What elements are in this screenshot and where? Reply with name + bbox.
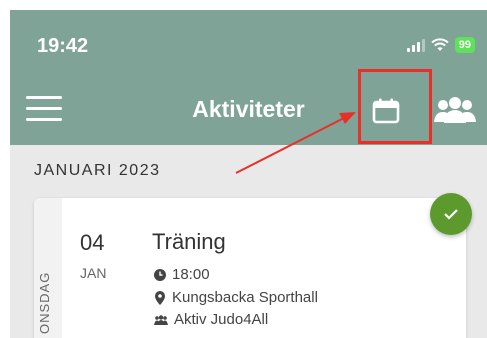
group-icon [154,314,168,325]
weekday-strip: ONSDAG [34,198,62,338]
activity-time-row: 18:00 [154,266,210,283]
status-time: 19:42 [37,35,89,57]
activity-location: Kungsbacka Sporthall [172,289,318,306]
status-indicators: 99 [406,37,475,53]
activity-day: 04 [80,230,105,255]
activity-card[interactable]: ONSDAG 04 JAN Träning 18:00 Kungsbacka S… [34,198,466,338]
activity-location-row: Kungsbacka Sporthall [154,289,318,306]
activity-group-row: Aktiv Judo4All [154,311,268,328]
clock-icon [154,268,166,281]
activity-month: JAN [80,265,107,281]
wifi-icon [431,38,449,51]
app-header: 19:42 99 Aktiviteter [10,10,487,145]
attendance-check-button[interactable] [430,193,472,235]
checkmark-icon [444,209,458,220]
activity-time: 18:00 [172,266,210,283]
members-icon[interactable] [433,96,477,124]
battery-indicator: 99 [454,37,475,53]
signal-icon [406,38,425,52]
location-pin-icon [155,290,165,305]
weekday-label: ONSDAG [37,271,52,334]
app-screen: 19:42 99 Aktiviteter JANUARI 2023 ONSDAG… [10,10,487,338]
activity-group: Aktiv Judo4All [174,311,269,328]
activity-title: Träning [152,229,226,254]
month-heading: JANUARI 2023 [34,162,161,179]
calendar-highlight-box [358,69,432,144]
